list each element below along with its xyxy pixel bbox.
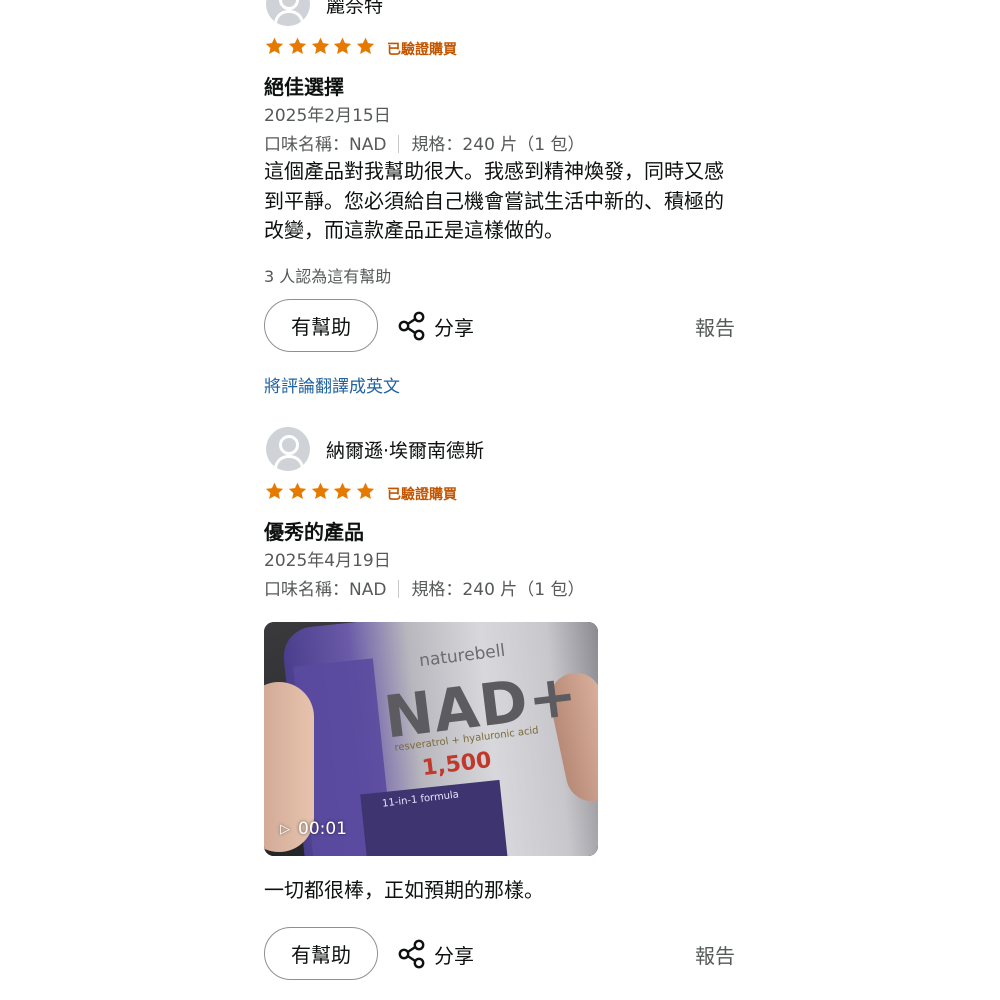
video-duration: ▷ 00:01 [280,819,347,839]
reviewer-name[interactable]: 麗奈特 [326,0,383,18]
star-rating [264,481,378,505]
variant-size: 規格：240 片（1 包） [411,580,585,600]
variant-flavor: 口味名稱：NAD [264,580,387,600]
translate-review-link[interactable]: 將評論翻譯成英文 [264,372,400,397]
avatar [266,427,310,471]
variant-divider [398,580,400,598]
rating-row: 已驗證購買 [264,36,764,62]
star-icon [265,37,284,55]
rating-row: 已驗證購買 [264,481,764,507]
star-icon [357,37,375,55]
star-icon [265,482,284,500]
share-label: 分享 [434,943,474,968]
avatar [266,0,310,26]
play-icon: ▷ [280,821,290,837]
report-link[interactable]: 報告 [695,940,735,969]
review-actions: 有幫助 分享 報告 [264,927,739,983]
review-date: 2025年4月19日 [264,551,391,571]
reviewer[interactable]: 麗奈特 [266,0,746,28]
variant-flavor: 口味名稱：NAD [264,135,387,155]
share-button[interactable]: 分享 [398,938,474,970]
variant-divider [398,135,400,153]
share-button[interactable]: 分享 [398,310,474,342]
star-icon [311,482,329,500]
review-body: 一切都很棒，正如預期的那樣。 [264,878,544,902]
avatar-head-shape [279,0,299,10]
reviewer[interactable]: 納爾遜·埃爾南德斯 [266,427,746,473]
star-rating [264,36,378,60]
share-icon [398,939,425,969]
star-icon [334,37,352,55]
share-label: 分享 [434,315,474,340]
verified-purchase-badge: 已驗證購買 [387,487,457,503]
review-variant[interactable]: 口味名稱：NAD 規格：240 片（1 包） [264,575,585,600]
star-icon [288,482,306,500]
review-video-thumbnail[interactable]: naturebell NAD+ resveratrol + hyaluronic… [264,622,598,856]
review-actions: 有幫助 分享 報告 [264,299,739,355]
variant-size: 規格：240 片（1 包） [411,135,585,155]
review-body: 這個產品對我幫助很大。我感到精神煥發，同時又感到平靜。您必須給自己機會嘗試生活中… [264,159,724,242]
verified-purchase-badge: 已驗證購買 [387,42,457,58]
report-link[interactable]: 報告 [695,312,735,341]
star-icon [288,37,306,55]
star-icon [334,482,352,500]
helpful-button[interactable]: 有幫助 [264,927,378,980]
star-icon [311,37,329,55]
helpful-count: 3 人認為這有幫助 [264,267,392,286]
star-icon [357,482,375,500]
share-icon [398,311,425,341]
review-title: 優秀的產品 [264,520,364,544]
reviewer-name[interactable]: 納爾遜·埃爾南德斯 [326,436,484,463]
review-variant[interactable]: 口味名稱：NAD 規格：240 片（1 包） [264,130,585,155]
review-title: 絕佳選擇 [264,75,344,99]
review-date: 2025年2月15日 [264,106,391,126]
video-duration-label: 00:01 [298,819,347,839]
avatar-body-shape [274,10,304,26]
helpful-button[interactable]: 有幫助 [264,299,378,352]
avatar-head-shape [279,435,299,455]
avatar-body-shape [274,455,304,471]
